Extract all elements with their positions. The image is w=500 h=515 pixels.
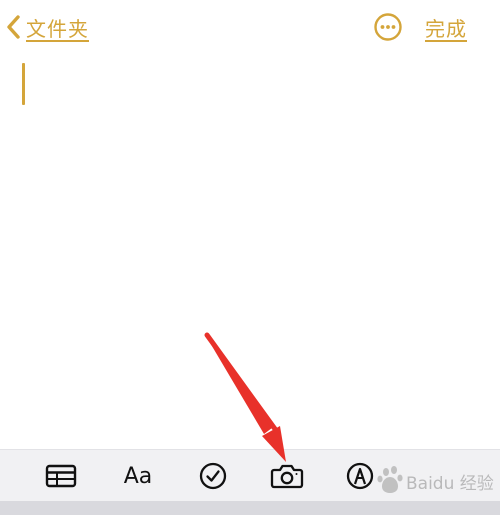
done-button[interactable]: 完成 [425,13,467,42]
camera-icon [270,462,304,490]
format-label: Aa [123,463,153,489]
table-button[interactable] [41,458,81,494]
ellipsis-circle-icon [373,12,403,42]
camera-button[interactable] [267,458,307,494]
markup-button[interactable] [340,458,380,494]
chevron-left-icon [6,14,22,40]
checklist-button[interactable] [193,458,233,494]
notes-editor-screen: 文件夹 完成 Aa Baidu 经验 [0,0,500,515]
bottom-toolbar: Aa [0,449,500,502]
back-label: 文件夹 [26,16,89,41]
format-button[interactable]: Aa [118,458,158,494]
back-to-folders-button[interactable]: 文件夹 [6,10,89,44]
checkmark-circle-icon [198,461,228,491]
navigation-bar: 文件夹 完成 [0,0,500,56]
pen-tip-circle-icon [345,461,375,491]
home-indicator-area [0,501,500,515]
note-text-area[interactable] [0,56,500,446]
table-icon [45,464,77,488]
text-caret [22,63,25,105]
more-options-button[interactable] [373,12,403,42]
